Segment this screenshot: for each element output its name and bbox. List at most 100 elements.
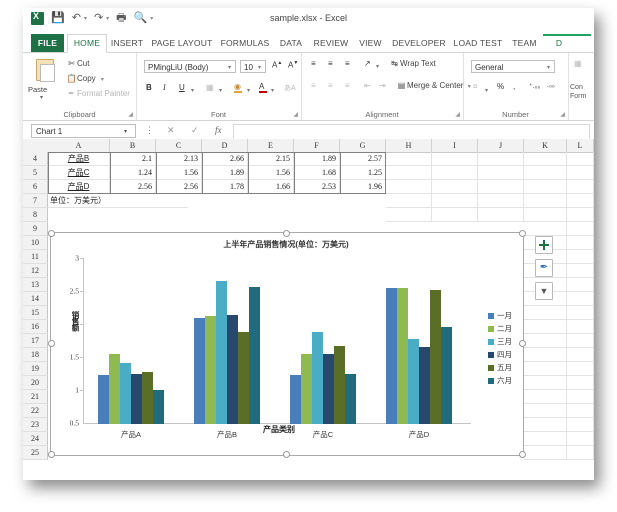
cell-a4[interactable]: 产品B [48,152,110,166]
chart-handle-tr[interactable] [519,230,526,237]
cell-c4[interactable]: 2.13 [156,152,202,166]
align-bottom-button[interactable]: ≡ [345,59,350,68]
bar-a-feb[interactable] [109,354,120,424]
legend-item-may[interactable]: 五月 [488,361,512,374]
cell-e6[interactable]: 1.66 [248,180,294,194]
cell-region-right-4[interactable] [567,236,594,250]
row-header-15[interactable]: 15 [23,306,48,320]
cell-c6[interactable]: 2.56 [156,180,202,194]
row-header-8[interactable]: 8 [23,208,48,222]
cell-region-right-30[interactable] [567,418,594,432]
row-header-25[interactable]: 25 [23,446,48,460]
bar-a-jun[interactable] [153,390,164,424]
bar-c-jun[interactable] [345,374,356,424]
chart-legend[interactable]: 一月 二月 三月 四月 五月 六月 [488,309,512,387]
bar-c-mar[interactable] [312,332,323,424]
column-header-a[interactable]: A [48,139,110,152]
cell-d5[interactable]: 1.89 [202,166,248,180]
cell-region-right-29[interactable] [524,418,567,432]
cell-region-right-33[interactable] [524,446,567,460]
cell-a6[interactable]: 产品D [48,180,110,194]
number-format-dropdown-icon[interactable]: ▾ [547,64,550,71]
copy-dropdown-icon[interactable]: ▾ [101,77,104,83]
bold-button[interactable]: B [146,83,152,92]
tab-team[interactable]: TEAM [508,34,541,52]
formula-input[interactable] [233,124,590,140]
bar-b-feb[interactable] [205,316,216,424]
tab-file[interactable]: FILE [31,34,64,52]
bar-d-mar[interactable] [408,339,419,424]
cell-region-right-16[interactable] [567,320,594,334]
cell-region-right-21[interactable] [524,362,567,376]
decrease-indent-button[interactable]: ⇤ [364,81,371,90]
name-box-dropdown-icon[interactable]: ▾ [124,128,127,135]
legend-item-jan[interactable]: 一月 [488,309,512,322]
column-header-g[interactable]: G [340,139,386,152]
align-left-button[interactable]: ≡ [311,81,316,90]
cell-j5[interactable] [478,166,524,180]
cell-l8[interactable] [567,208,594,222]
cell-l4[interactable] [567,152,594,166]
cell-region-right-27[interactable] [524,404,567,418]
bar-d-feb[interactable] [397,288,408,424]
cell-k6[interactable] [524,180,567,194]
row-header-6[interactable]: 6 [23,180,48,194]
legend-item-feb[interactable]: 二月 [488,322,512,335]
font-size-input[interactable]: 10 [240,60,266,73]
italic-button[interactable]: I [163,83,166,92]
chart-handle-bc[interactable] [283,451,290,458]
comma-style-button[interactable]: , [513,82,515,91]
cell-region-right-24[interactable] [567,376,594,390]
cell-k7[interactable] [524,194,567,208]
chart-elements-button[interactable] [535,236,553,254]
cell-region-right-26[interactable] [567,390,594,404]
bar-a-jan[interactable] [98,375,109,424]
row-header-24[interactable]: 24 [23,432,48,446]
cell-e5[interactable]: 1.56 [248,166,294,180]
cancel-formula-icon[interactable]: ✕ [167,125,175,136]
tab-design[interactable]: D [549,34,569,52]
cell-region-right-6[interactable] [567,250,594,264]
chart-handle-br[interactable] [519,451,526,458]
row-header-23[interactable]: 23 [23,418,48,432]
cell-b5[interactable]: 1.24 [110,166,156,180]
align-center-button[interactable]: ≡ [328,81,333,90]
cell-g6[interactable]: 1.96 [340,180,386,194]
font-name-input[interactable]: PMingLiU (Body) [144,60,236,73]
cell-g5[interactable]: 1.25 [340,166,386,180]
cell-j7[interactable] [478,194,524,208]
column-header-c[interactable]: C [156,139,202,152]
column-header-l[interactable]: L [567,139,594,152]
cell-region-right-13[interactable] [524,306,567,320]
cell-l5[interactable] [567,166,594,180]
merge-center-button[interactable]: ▤Merge & Center ▾ [396,81,471,90]
decrease-decimal-button[interactable]: .₀₀ [547,82,555,89]
cell-region-right-14[interactable] [567,306,594,320]
cell-j6[interactable] [478,180,524,194]
tab-insert[interactable]: INSERT [108,34,146,52]
cell-h8[interactable] [386,208,432,222]
align-right-button[interactable]: ≡ [345,81,350,90]
wrap-text-button[interactable]: ↹Wrap Text [389,59,436,68]
cell-region-right-23[interactable] [524,376,567,390]
row-header-4[interactable]: 4 [23,152,48,166]
cell-region-right-19[interactable] [524,348,567,362]
bar-c-apr[interactable] [323,354,334,424]
bar-d-jun[interactable] [441,327,452,424]
cell-h7[interactable] [386,194,432,208]
row-header-14[interactable]: 14 [23,292,48,306]
cell-f4[interactable]: 1.89 [294,152,340,166]
orientation-button[interactable]: ↗ [364,59,371,68]
fill-color-button[interactable]: ◉ [234,82,242,93]
chart-filters-button[interactable]: ▼ [535,282,553,300]
cell-a5[interactable]: 产品C [48,166,110,180]
column-header-f[interactable]: F [294,139,340,152]
font-size-dropdown-icon[interactable]: ▾ [258,64,261,71]
orientation-dropdown-icon[interactable]: ▾ [376,63,379,70]
cell-k5[interactable] [524,166,567,180]
row-header-13[interactable]: 13 [23,278,48,292]
cell-region-right-1[interactable] [524,222,567,236]
bar-d-may[interactable] [430,290,441,424]
cell-i8[interactable] [432,208,478,222]
cell-h5[interactable] [386,166,432,180]
